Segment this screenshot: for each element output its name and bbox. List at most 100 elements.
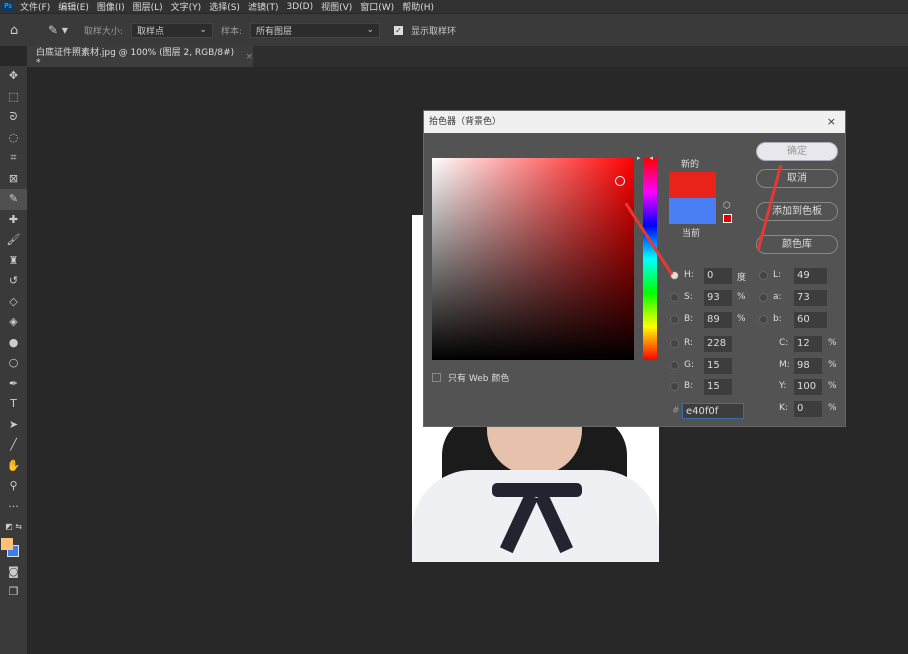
y-unit: % (828, 381, 837, 391)
gamut-cube-icon[interactable]: ⬡ (723, 201, 731, 211)
hue-slider[interactable] (643, 158, 657, 360)
zoom-tool-icon[interactable]: ⚲ (0, 476, 27, 497)
dialog-title: 拾色器（背景色） (429, 117, 502, 127)
s-unit: % (737, 292, 746, 302)
blue-radio[interactable] (670, 382, 679, 391)
screen-mode-icon[interactable]: ❐ (0, 582, 27, 603)
quick-mask-icon[interactable]: ◙ (0, 562, 27, 583)
k-label: K: (779, 403, 788, 413)
c-label: C: (779, 338, 789, 348)
blur-tool-icon[interactable]: ● (0, 333, 27, 354)
show-ring-label: 显示取样环 (411, 26, 457, 37)
l-label: L: (773, 270, 782, 280)
marquee-tool-icon[interactable]: ⬚ (0, 87, 27, 108)
only-web-colors-checkbox[interactable] (432, 373, 441, 382)
hex-input[interactable]: e40f0f (682, 403, 744, 419)
healing-brush-icon[interactable]: ✚ (0, 210, 27, 231)
s-input[interactable]: 93 (704, 290, 732, 306)
path-select-icon[interactable]: ➤ (0, 415, 27, 436)
hand-tool-icon[interactable]: ✋ (0, 456, 27, 477)
swap-colors-icon[interactable]: ◩ ⇆ (0, 517, 27, 538)
m-label: M: (779, 360, 790, 370)
menu-layer[interactable]: 图层(L) (133, 0, 163, 13)
dodge-tool-icon[interactable]: ○ (0, 353, 27, 374)
cancel-button[interactable]: 取消 (756, 169, 838, 188)
y-input[interactable]: 100 (794, 379, 822, 395)
sample-select[interactable]: 所有图层 ⌄ (250, 22, 380, 38)
paint-bucket-icon[interactable]: ◈ (0, 312, 27, 333)
tools-panel: ✥ ⬚ ᘐ ◌ ⌗ ⊠ ✎ ✚ 🖌 ♜ ↺ ◇ ◈ ● ○ ✒ T ➤ ╱ ✋ … (0, 66, 27, 654)
menu-3d[interactable]: 3D(D) (286, 2, 313, 12)
menu-view[interactable]: 视图(V) (321, 0, 352, 13)
menu-filter[interactable]: 滤镜(T) (248, 0, 279, 13)
chevron-down-icon: ⌄ (366, 25, 374, 35)
lab-b-radio[interactable] (759, 315, 768, 324)
g-radio[interactable] (670, 361, 679, 370)
color-picker-dialog: 拾色器（背景色） × ▸ ◂ 新的 当前 ⬡ 确定 取消 添加到色板 颜色库 只… (423, 110, 846, 427)
current-color-label: 当前 (682, 229, 701, 239)
lab-b-input[interactable]: 60 (794, 312, 827, 328)
current-color-swatch[interactable] (669, 198, 716, 224)
y-label: Y: (779, 381, 787, 391)
brush-tool-icon[interactable]: 🖌 (0, 230, 27, 251)
menu-file[interactable]: 文件(F) (20, 0, 50, 13)
document-tab[interactable]: 白底证件照素材.jpg @ 100% (图层 2, RGB/8#) * × (27, 46, 253, 68)
a-label: a: (773, 292, 782, 302)
sample-size-select[interactable]: 取样点 ⌄ (130, 22, 213, 38)
frame-tool-icon[interactable]: ⊠ (0, 169, 27, 190)
show-ring-checkbox[interactable]: ✓ (394, 25, 403, 35)
ok-button[interactable]: 确定 (756, 142, 838, 161)
quick-select-tool-icon[interactable]: ◌ (0, 128, 27, 149)
crop-tool-icon[interactable]: ⌗ (0, 148, 27, 169)
a-input[interactable]: 73 (794, 290, 827, 306)
color-libraries-button[interactable]: 颜色库 (756, 235, 838, 254)
eraser-tool-icon[interactable]: ◇ (0, 292, 27, 313)
stamp-tool-icon[interactable]: ♜ (0, 251, 27, 272)
more-tools-icon[interactable]: ··· (0, 497, 27, 518)
eyedropper-tool-icon[interactable]: ✎ ▾ (48, 23, 68, 37)
history-brush-icon[interactable]: ↺ (0, 271, 27, 292)
lab-b-label: b: (773, 314, 782, 324)
m-input[interactable]: 98 (794, 358, 822, 374)
h-input[interactable]: 0 (704, 268, 732, 284)
photoshop-logo: Ps (2, 1, 14, 12)
out-of-gamut-swatch[interactable] (723, 214, 732, 223)
menu-type[interactable]: 文字(Y) (171, 0, 202, 13)
r-input[interactable]: 228 (704, 336, 732, 352)
l-input[interactable]: 49 (794, 268, 827, 284)
eyedropper-tool-icon[interactable]: ✎ (0, 189, 27, 210)
c-unit: % (828, 338, 837, 348)
pen-tool-icon[interactable]: ✒ (0, 374, 27, 395)
a-radio[interactable] (759, 293, 768, 302)
k-input[interactable]: 0 (794, 401, 822, 417)
color-field[interactable] (432, 158, 634, 360)
sample-size-label: 取样大小: (83, 26, 123, 37)
r-radio[interactable] (670, 339, 679, 348)
menu-window[interactable]: 窗口(W) (360, 0, 394, 13)
options-bar: ⌂ ✎ ▾ 取样大小: 取样点 ⌄ 样本: 所有图层 ⌄ ✓ 显示取样环 (0, 14, 908, 46)
sample-value: 所有图层 (256, 26, 293, 37)
only-web-colors-label: 只有 Web 颜色 (448, 374, 510, 384)
lasso-tool-icon[interactable]: ᘐ (0, 107, 27, 128)
g-input[interactable]: 15 (704, 358, 732, 374)
s-radio[interactable] (670, 293, 679, 302)
line-tool-icon[interactable]: ╱ (0, 435, 27, 456)
r-label: R: (684, 338, 694, 348)
l-radio[interactable] (759, 271, 768, 280)
brightness-input[interactable]: 89 (704, 312, 732, 328)
hue-slider-handle[interactable]: ▸ ◂ (637, 154, 653, 162)
type-tool-icon[interactable]: T (0, 394, 27, 415)
menu-select[interactable]: 选择(S) (209, 0, 240, 13)
foreground-color-swatch[interactable] (1, 537, 13, 550)
menu-image[interactable]: 图像(I) (97, 0, 125, 13)
close-icon[interactable]: × (245, 52, 253, 62)
blue-input[interactable]: 15 (704, 379, 732, 395)
menu-help[interactable]: 帮助(H) (402, 0, 434, 13)
menu-edit[interactable]: 编辑(E) (58, 0, 89, 13)
brightness-radio[interactable] (670, 315, 679, 324)
close-icon[interactable]: × (827, 111, 836, 133)
move-tool-icon[interactable]: ✥ (0, 66, 27, 87)
home-icon[interactable]: ⌂ (10, 23, 30, 38)
chevron-down-icon: ⌄ (199, 25, 207, 35)
c-input[interactable]: 12 (794, 336, 822, 352)
